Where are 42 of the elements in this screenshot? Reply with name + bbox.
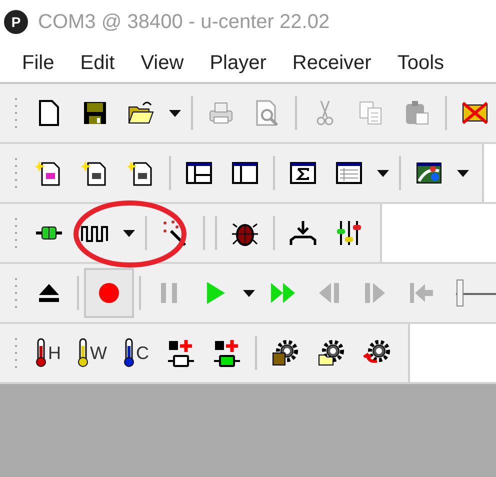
- thermometer-button[interactable]: C: [114, 330, 158, 376]
- grip-handle[interactable]: [14, 156, 18, 190]
- sigma-icon: [289, 159, 317, 187]
- menu-item[interactable]: Player: [210, 52, 266, 74]
- thermometer-icon: [35, 338, 47, 368]
- slider-icon: [335, 219, 363, 247]
- sparkle-document-icon: [127, 159, 155, 187]
- caret-icon: [377, 170, 389, 176]
- grip-handle[interactable]: [14, 216, 18, 250]
- download-icon: [289, 219, 317, 247]
- gear-icon: [317, 339, 345, 367]
- grip-handle[interactable]: [14, 336, 18, 370]
- sparkle-document-icon: [81, 159, 109, 187]
- record-button[interactable]: [84, 268, 134, 318]
- menu-item[interactable]: Receiver: [292, 52, 372, 74]
- crossed-box-icon: [461, 99, 489, 127]
- caret-icon: [169, 110, 181, 116]
- window-title: COM3 @ 38400 - u-center 22.02: [38, 10, 330, 34]
- gear-icon: [271, 339, 299, 367]
- magic-wand-icon: [161, 219, 189, 247]
- table-icon: [335, 159, 363, 187]
- slider-thumb[interactable]: [456, 278, 464, 308]
- menu-item[interactable]: Edit: [80, 52, 115, 74]
- clipboard-icon: [403, 99, 431, 127]
- grip-handle[interactable]: [14, 96, 18, 130]
- caret-icon: [243, 290, 255, 296]
- sparkle-document-icon: [35, 159, 63, 187]
- caret-icon: [123, 230, 135, 236]
- menu-item[interactable]: File: [22, 52, 54, 74]
- window-icon: [231, 159, 259, 187]
- app-logo: P: [4, 10, 28, 34]
- thermometer-button[interactable]: H: [26, 330, 70, 376]
- thermometer-button[interactable]: W: [70, 330, 114, 376]
- chip-icon: [167, 339, 195, 367]
- grip-handle[interactable]: [14, 276, 18, 310]
- chip-icon: [213, 339, 241, 367]
- thermometer-icon: [77, 338, 89, 368]
- thermometer-icon: [123, 338, 135, 368]
- caret-icon: [457, 170, 469, 176]
- window-icon: [185, 159, 213, 187]
- menu-item[interactable]: Tools: [397, 52, 444, 74]
- menu-item[interactable]: View: [140, 52, 184, 74]
